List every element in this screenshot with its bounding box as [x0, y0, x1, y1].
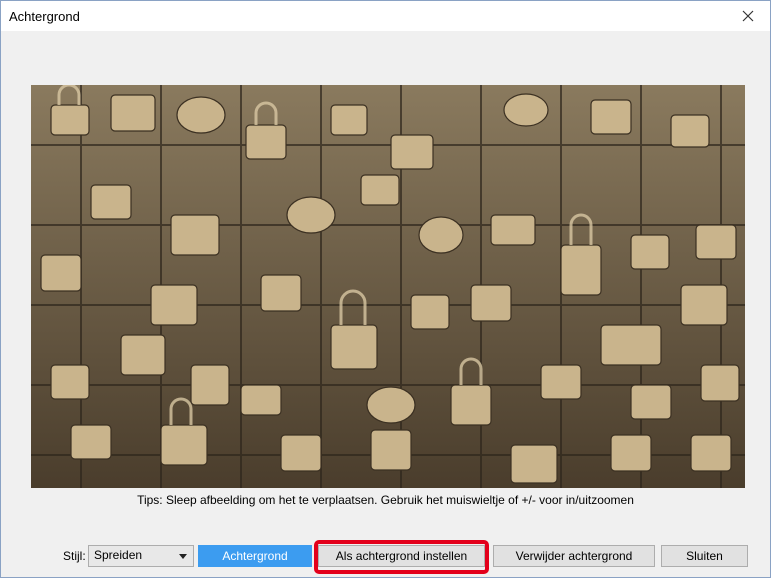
close-icon[interactable]: [726, 1, 770, 31]
background-button[interactable]: Achtergrond: [198, 545, 312, 567]
style-label: Stijl:: [63, 549, 86, 563]
remove-background-button[interactable]: Verwijder achtergrond: [493, 545, 655, 567]
style-select[interactable]: Spreiden: [88, 545, 194, 567]
close-button-label: Sluiten: [686, 549, 723, 563]
highlight-frame: [314, 540, 489, 574]
chevron-down-icon: [179, 554, 187, 559]
tips-text: Tips: Sleep afbeelding om het te verplaa…: [137, 493, 634, 507]
close-button[interactable]: Sluiten: [661, 545, 748, 567]
dialog-window: Achtergrond Tips: Sleep afbeelding om he…: [0, 0, 771, 578]
remove-background-button-label: Verwijder achtergrond: [515, 549, 633, 563]
background-button-label: Achtergrond: [222, 549, 288, 563]
style-select-value: Spreiden: [94, 548, 143, 562]
background-preview-image[interactable]: [31, 85, 745, 488]
title-bar: Achtergrond: [1, 1, 770, 31]
window-title: Achtergrond: [9, 9, 80, 24]
